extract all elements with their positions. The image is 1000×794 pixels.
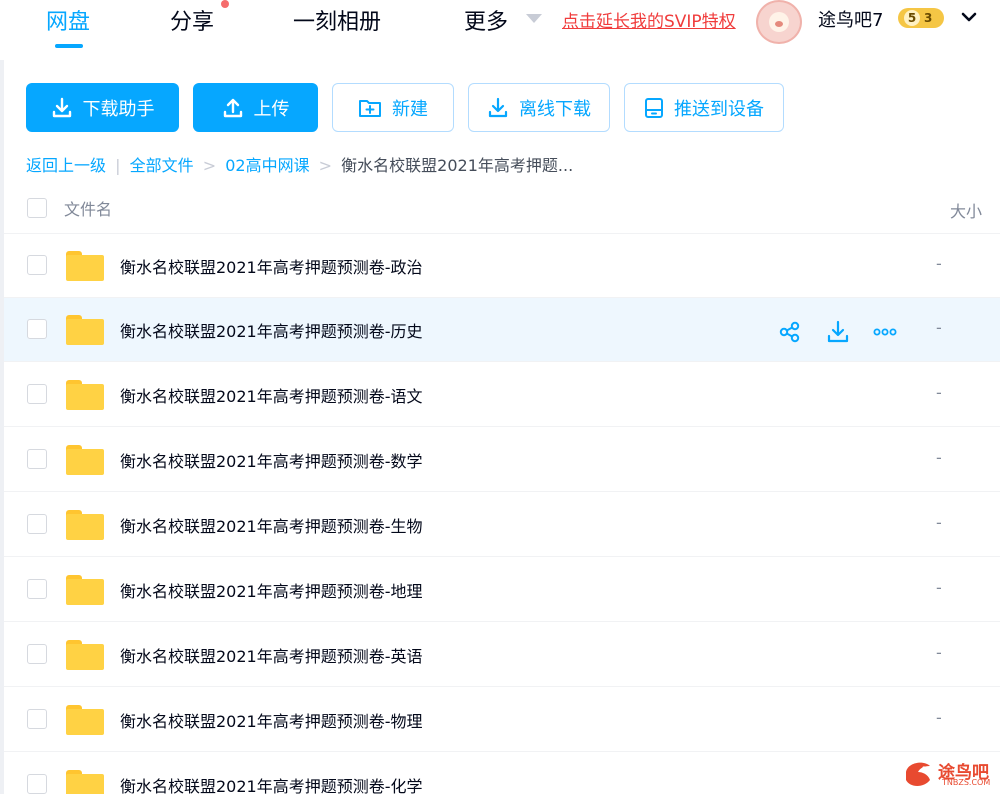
folder-icon — [66, 380, 104, 410]
download-icon — [52, 97, 71, 117]
folder-icon — [66, 770, 104, 794]
device-icon — [645, 97, 663, 118]
new-folder-button[interactable]: 新建 — [332, 83, 454, 132]
table-row[interactable]: 衡水名校联盟2021年高考押题预测卷-历史 - — [4, 298, 1000, 362]
download-helper-button[interactable]: 下载助手 — [26, 83, 179, 132]
row-checkbox[interactable] — [27, 255, 47, 275]
file-size: - — [936, 448, 942, 467]
file-size: - — [936, 513, 942, 532]
vip-level-badge: 5 3 — [898, 8, 944, 28]
file-name[interactable]: 衡水名校联盟2021年高考押题预测卷-地理 — [120, 578, 423, 602]
row-checkbox[interactable] — [27, 384, 47, 404]
file-size: - — [936, 643, 942, 662]
breadcrumb-folder[interactable]: 02高中网课 — [225, 156, 309, 175]
row-checkbox[interactable] — [27, 579, 47, 599]
file-name[interactable]: 衡水名校联盟2021年高考押题预测卷-英语 — [120, 643, 423, 667]
table-row[interactable]: 衡水名校联盟2021年高考押题预测卷-数学 - — [4, 428, 1000, 492]
new-folder-icon — [359, 99, 381, 117]
upload-button[interactable]: 上传 — [193, 83, 318, 132]
file-size: - — [936, 254, 942, 273]
upload-label: 上传 — [253, 98, 290, 120]
file-name[interactable]: 衡水名校联盟2021年高考押题预测卷-语文 — [120, 383, 423, 407]
file-name[interactable]: 衡水名校联盟2021年高考押题预测卷-数学 — [120, 448, 423, 472]
watermark-logo: 途鸟吧 TNBZS.COM — [902, 754, 998, 792]
breadcrumb: 返回上一级 | 全部文件 > 02高中网课 > 衡水名校联盟2021年高考押题.… — [26, 152, 573, 176]
breadcrumb-divider: | — [115, 156, 121, 175]
table-row[interactable]: 衡水名校联盟2021年高考押题预测卷-英语 - — [4, 623, 1000, 687]
chevron-down-icon[interactable] — [526, 14, 542, 23]
notification-dot — [221, 0, 229, 8]
file-name[interactable]: 衡水名校联盟2021年高考押题预测卷-生物 — [120, 513, 423, 537]
row-checkbox[interactable] — [27, 514, 47, 534]
more-icon[interactable] — [872, 320, 898, 344]
table-row[interactable]: 衡水名校联盟2021年高考押题预测卷-地理 - — [4, 558, 1000, 622]
row-checkbox[interactable] — [27, 774, 47, 794]
breadcrumb-all-files[interactable]: 全部文件 — [130, 156, 194, 175]
push-to-device-label: 推送到设备 — [674, 98, 764, 120]
folder-icon — [66, 251, 104, 281]
table-row[interactable]: 衡水名校联盟2021年高考押题预测卷-化学 — [4, 753, 1000, 794]
file-name[interactable]: 衡水名校联盟2021年高考押题预测卷-历史 — [120, 318, 423, 342]
svip-renew-link[interactable]: 点击延长我的SVIP特权 — [562, 7, 736, 32]
table-row[interactable]: 衡水名校联盟2021年高考押题预测卷-语文 - — [4, 363, 1000, 427]
column-header-name[interactable]: 文件名 — [64, 196, 112, 220]
new-folder-label: 新建 — [392, 98, 428, 120]
table-row[interactable]: 衡水名校联盟2021年高考押题预测卷-物理 - — [4, 688, 1000, 752]
offline-download-label: 离线下载 — [519, 98, 591, 120]
watermark-subtext: TNBZS.COM — [942, 778, 991, 787]
nav-tab-more[interactable]: 更多 — [464, 4, 508, 36]
user-menu-chevron-icon[interactable] — [960, 8, 978, 26]
folder-icon — [66, 445, 104, 475]
file-size: - — [936, 708, 942, 727]
row-checkbox[interactable] — [27, 319, 47, 339]
bird-logo-icon — [906, 762, 930, 786]
back-link[interactable]: 返回上一级 — [26, 156, 106, 175]
avatar[interactable] — [756, 0, 802, 44]
nav-tab-share[interactable]: 分享 — [170, 4, 214, 36]
breadcrumb-current: 衡水名校联盟2021年高考押题... — [341, 156, 574, 175]
breadcrumb-separator: > — [318, 156, 333, 175]
row-actions — [778, 320, 898, 344]
row-checkbox[interactable] — [27, 449, 47, 469]
folder-icon — [66, 640, 104, 670]
badge-count: 3 — [924, 11, 933, 25]
folder-icon — [66, 315, 104, 345]
table-row[interactable]: 衡水名校联盟2021年高考押题预测卷-生物 - — [4, 493, 1000, 557]
folder-icon — [66, 510, 104, 540]
breadcrumb-separator: > — [202, 156, 217, 175]
file-name[interactable]: 衡水名校联盟2021年高考押题预测卷-政治 — [120, 254, 423, 278]
row-checkbox[interactable] — [27, 709, 47, 729]
nav-tab-netdisk[interactable]: 网盘 — [46, 4, 90, 36]
file-name[interactable]: 衡水名校联盟2021年高考押题预测卷-物理 — [120, 708, 423, 732]
file-size: - — [936, 578, 942, 597]
upload-icon — [223, 98, 242, 117]
row-checkbox[interactable] — [27, 644, 47, 664]
active-tab-indicator — [55, 44, 83, 48]
file-size: - — [936, 318, 942, 337]
folder-icon — [66, 575, 104, 605]
download-helper-label: 下载助手 — [82, 98, 155, 120]
offline-download-icon — [488, 97, 508, 117]
top-nav: 网盘 分享 一刻相册 更多 点击延长我的SVIP特权 途鸟吧7 5 3 — [0, 0, 1000, 60]
folder-icon — [66, 705, 104, 735]
nav-tab-album[interactable]: 一刻相册 — [293, 4, 381, 36]
table-header: 文件名 大小 — [4, 186, 1000, 234]
file-name[interactable]: 衡水名校联盟2021年高考押题预测卷-化学 — [120, 773, 423, 794]
download-icon[interactable] — [826, 320, 850, 344]
file-size: - — [936, 383, 942, 402]
select-all-checkbox[interactable] — [27, 198, 47, 218]
username[interactable]: 途鸟吧7 — [818, 6, 883, 32]
badge-level: 5 — [904, 10, 920, 26]
push-to-device-button[interactable]: 推送到设备 — [624, 83, 784, 132]
column-header-size[interactable]: 大小 — [950, 198, 982, 222]
share-icon[interactable] — [778, 320, 802, 344]
offline-download-button[interactable]: 离线下载 — [468, 83, 610, 132]
table-row[interactable]: 衡水名校联盟2021年高考押题预测卷-政治 - — [4, 234, 1000, 298]
